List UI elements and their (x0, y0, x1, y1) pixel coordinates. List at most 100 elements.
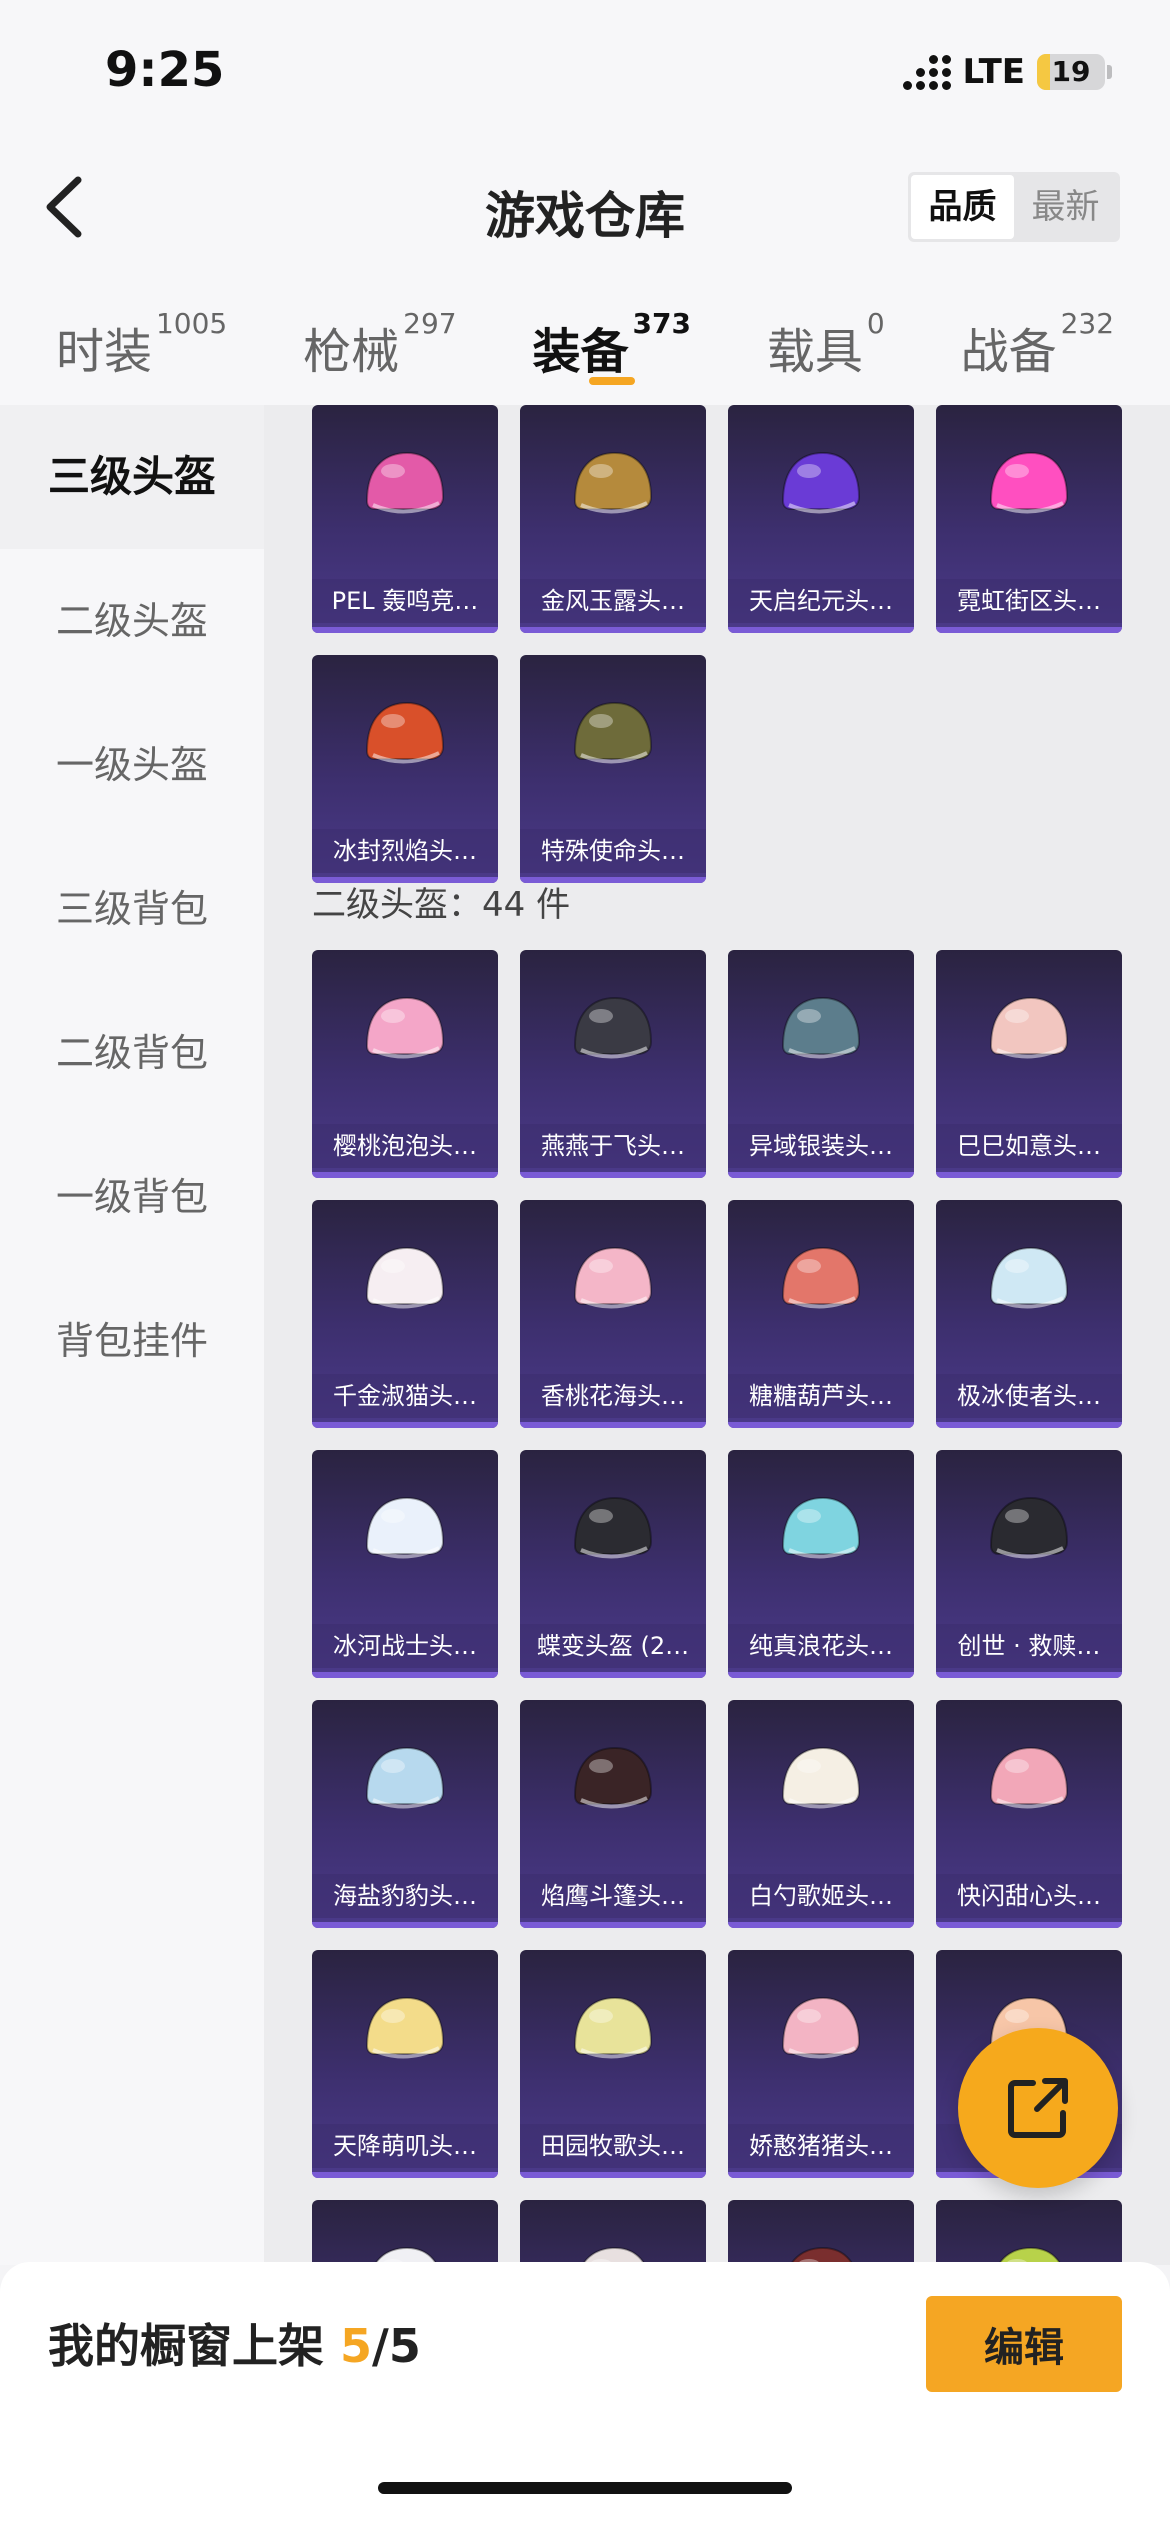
item-card[interactable]: 金风玉露头… (520, 405, 706, 633)
tab-count: 1005 (155, 307, 228, 340)
item-card[interactable]: 千金淑猫头… (312, 1200, 498, 1428)
item-card[interactable]: 天启纪元头… (728, 405, 914, 633)
tab-count: 232 (1060, 307, 1115, 340)
item-card[interactable]: 纯真浪花头… (728, 1450, 914, 1678)
item-card-label: 极冰使者头… (936, 1374, 1122, 1418)
signal-icon (902, 54, 951, 90)
item-content[interactable]: PEL 轰鸣竞… 金风玉露头… 天启纪元头… 霓虹街区头… 冰封烈焰头… 特殊使命头… 二… (264, 405, 1170, 2265)
item-card[interactable] (936, 2200, 1122, 2265)
sidebar-item-level2-helmet[interactable]: 二级头盔 (0, 549, 264, 693)
item-card-label: 冰河战士头… (312, 1624, 498, 1668)
item-card[interactable]: 燕燕于飞头… (520, 950, 706, 1178)
helmet-icon (781, 1496, 861, 1559)
item-card[interactable]: 极冰使者头… (936, 1200, 1122, 1428)
item-card-label: 千金淑猫头… (312, 1374, 498, 1418)
helmet-icon (989, 1496, 1069, 1559)
item-card-label: 巳巳如意头… (936, 1124, 1122, 1168)
item-card-label: 糖糖葫芦头… (728, 1374, 914, 1418)
item-card-label: 田园牧歌头… (520, 2124, 706, 2168)
item-card-label: 燕燕于飞头… (520, 1124, 706, 1168)
share-export-icon (1008, 2078, 1068, 2138)
item-card[interactable]: 霓虹街区头… (936, 405, 1122, 633)
battery-level: 19 (1051, 55, 1091, 88)
helmet-icon (781, 1746, 861, 1809)
item-card[interactable]: 娇憨猪猪头… (728, 1950, 914, 2178)
helmet-icon (989, 996, 1069, 1059)
share-button[interactable] (958, 2028, 1118, 2188)
sidebar-item-level3-helmet[interactable]: 三级头盔 (0, 405, 264, 549)
tab-fashion[interactable]: 时装1005 (56, 270, 227, 405)
header: 游戏仓库 品质 最新 (0, 140, 1170, 270)
item-card[interactable]: 冰河战士头… (312, 1450, 498, 1678)
item-card-label: 白勺歌姬头… (728, 1874, 914, 1918)
helmet-icon (573, 1746, 653, 1809)
item-card[interactable]: 白勺歌姬头… (728, 1700, 914, 1928)
item-card[interactable]: 糖糖葫芦头… (728, 1200, 914, 1428)
item-card-label: 焰鹰斗篷头… (520, 1874, 706, 1918)
helmet-icon (997, 2246, 1062, 2265)
tab-weapons[interactable]: 枪械297 (303, 270, 456, 405)
sort-newest-option[interactable]: 最新 (1014, 175, 1117, 239)
item-card-label: 霓虹街区头… (936, 579, 1122, 623)
sidebar-item-backpack-charm[interactable]: 背包挂件 (0, 1269, 264, 1413)
tab-count: 373 (632, 307, 691, 340)
item-card[interactable]: 特殊使命头… (520, 655, 706, 883)
shelf-status: 我的橱窗上架 5/5 (48, 2310, 421, 2376)
helmet-icon (365, 451, 445, 514)
item-card-label: 天降萌叽头… (312, 2124, 498, 2168)
tab-count: 0 (866, 307, 885, 340)
sidebar-item-level1-backpack[interactable]: 一级背包 (0, 1125, 264, 1269)
item-card-label: 天启纪元头… (728, 579, 914, 623)
section-title: 二级头盔：44 件 (312, 885, 571, 925)
edit-button[interactable]: 编辑 (926, 2296, 1122, 2392)
item-card[interactable]: 冰封烈焰头… (312, 655, 498, 883)
item-card[interactable] (520, 2200, 706, 2265)
helmet-icon (365, 1496, 445, 1559)
home-indicator[interactable] (378, 2482, 792, 2494)
item-card[interactable]: 快闪甜心头… (936, 1700, 1122, 1928)
item-card-label: 特殊使命头… (520, 829, 706, 873)
helmet-icon (373, 2246, 438, 2265)
helmet-icon (781, 451, 861, 514)
item-card[interactable]: PEL 轰鸣竞… (312, 405, 498, 633)
item-card[interactable]: 焰鹰斗篷头… (520, 1700, 706, 1928)
helmet-icon (581, 2246, 646, 2265)
helmet-icon (573, 1246, 653, 1309)
item-card[interactable]: 樱桃泡泡头… (312, 950, 498, 1178)
helmet-icon (989, 1246, 1069, 1309)
tab-vehicles[interactable]: 载具0 (767, 270, 885, 405)
item-card-label: 异域银装头… (728, 1124, 914, 1168)
helmet-icon (781, 1996, 861, 2059)
item-card[interactable]: 巳巳如意头… (936, 950, 1122, 1178)
sidebar-item-level2-backpack[interactable]: 二级背包 (0, 981, 264, 1125)
item-card[interactable]: 创世 · 救赎… (936, 1450, 1122, 1678)
item-card[interactable]: 天降萌叽头… (312, 1950, 498, 2178)
item-card[interactable]: 蝶变头盔 (2… (520, 1450, 706, 1678)
status-time: 9:25 (105, 42, 225, 98)
status-bar: 9:25 LTE 19 (0, 0, 1170, 140)
sort-quality-option[interactable]: 品质 (911, 175, 1014, 239)
item-card[interactable]: 香桃花海头… (520, 1200, 706, 1428)
item-card[interactable]: 海盐豹豹头… (312, 1700, 498, 1928)
item-card[interactable]: 田园牧歌头… (520, 1950, 706, 2178)
sidebar-item-level1-helmet[interactable]: 一级头盔 (0, 693, 264, 837)
item-card-label: 娇憨猪猪头… (728, 2124, 914, 2168)
helmet-icon (365, 1996, 445, 2059)
helmet-icon (573, 996, 653, 1059)
tab-supplies[interactable]: 战备232 (961, 270, 1114, 405)
shelf-used-count: 5 (340, 2319, 373, 2373)
status-indicators: LTE 19 (902, 52, 1112, 92)
item-card[interactable] (312, 2200, 498, 2265)
helmet-icon (365, 1246, 445, 1309)
tab-equipment[interactable]: 装备373 (532, 270, 690, 405)
item-card[interactable] (728, 2200, 914, 2265)
helmet-icon (781, 1246, 861, 1309)
item-card[interactable]: 异域银装头… (728, 950, 914, 1178)
item-card-label: 快闪甜心头… (936, 1874, 1122, 1918)
helmet-icon (789, 2246, 854, 2265)
category-tabs: 时装1005 枪械297 装备373 载具0 战备232 (0, 270, 1170, 405)
sort-toggle: 品质 最新 (908, 172, 1120, 242)
helmet-icon (573, 1996, 653, 2059)
sidebar-item-level3-backpack[interactable]: 三级背包 (0, 837, 264, 981)
helmet-icon (365, 701, 445, 764)
